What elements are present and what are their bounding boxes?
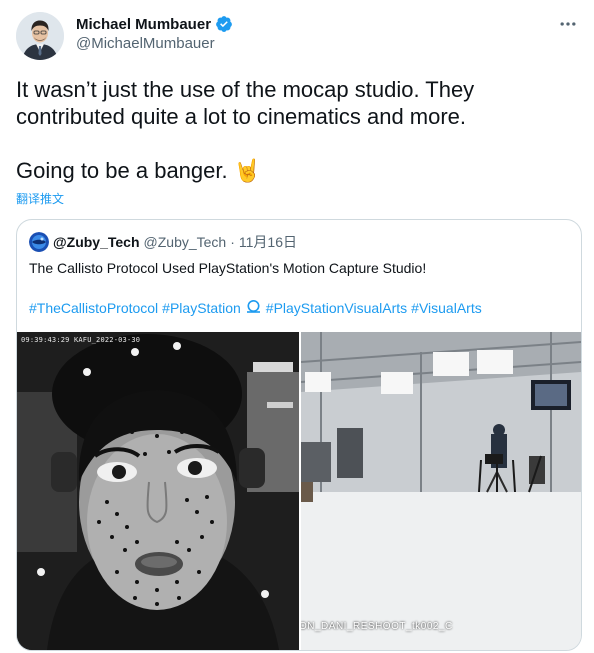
mocap-actor-photo [17,332,299,650]
more-options-button[interactable] [556,12,580,36]
mocap-studio-photo [301,332,581,650]
quoted-tweet-date[interactable]: 11月16日 [239,232,297,252]
hashtag[interactable]: #VisualArts [411,298,482,318]
author-avatar[interactable] [16,12,64,60]
quoted-tweet-text: The Callisto Protocol Used PlayStation's… [29,258,569,318]
globe-avatar-icon [29,232,49,252]
quoted-tweet-header: @Zuby_Tech @Zuby_Tech · 11月16日 [29,232,297,252]
tweet-line: It wasn’t just the use of the mocap stud… [16,77,475,102]
more-dots-icon [560,22,576,26]
person-avatar-icon [16,12,64,60]
mocap-studio-image[interactable]: ON_DANI_RESHOOT_tk002_C [301,332,581,650]
hashtag[interactable]: #TheCallistoProtocol [29,298,158,318]
hashtag[interactable]: #PlayStation [162,298,241,318]
playstation-emoji-icon [245,298,262,318]
separator-dot: · [230,234,235,250]
quoted-author-avatar [29,232,49,252]
quoted-tweet-card[interactable]: @Zuby_Tech @Zuby_Tech · 11月16日 The Calli… [16,219,582,651]
author-handle[interactable]: @MichaelMumbauer [76,35,215,52]
hashtag[interactable]: #PlayStationVisualArts [266,298,407,318]
quoted-text-line: The Callisto Protocol Used PlayStation's… [29,260,427,276]
verified-badge-icon [215,15,233,33]
mocap-face-image[interactable]: 09:39:43:29 KAFU_2022-03-30 [17,332,299,650]
quoted-author-name[interactable]: @Zuby_Tech [53,234,140,250]
quoted-tweet-media: 09:39:43:29 KAFU_2022-03-30 ON_DANI_RESH… [17,332,581,650]
tweet-line: contributed quite a lot to cinematics an… [16,104,467,129]
hashtag-line: #TheCallistoProtocol #PlayStation #PlayS… [29,298,569,318]
author-name[interactable]: Michael Mumbauer [76,16,211,33]
quoted-author-handle[interactable]: @Zuby_Tech [144,234,227,250]
translate-tweet-link[interactable]: 翻译推文 [16,190,64,207]
tweet-line: Going to be a banger. 🤘 [16,158,262,183]
media-timecode: 09:39:43:29 KAFU_2022-03-30 [21,336,141,344]
author-name-row: Michael Mumbauer [76,14,233,34]
media-caption: ON_DANI_RESHOOT_tk002_C [301,621,453,632]
tweet-text: It wasn’t just the use of the mocap stud… [16,76,576,184]
